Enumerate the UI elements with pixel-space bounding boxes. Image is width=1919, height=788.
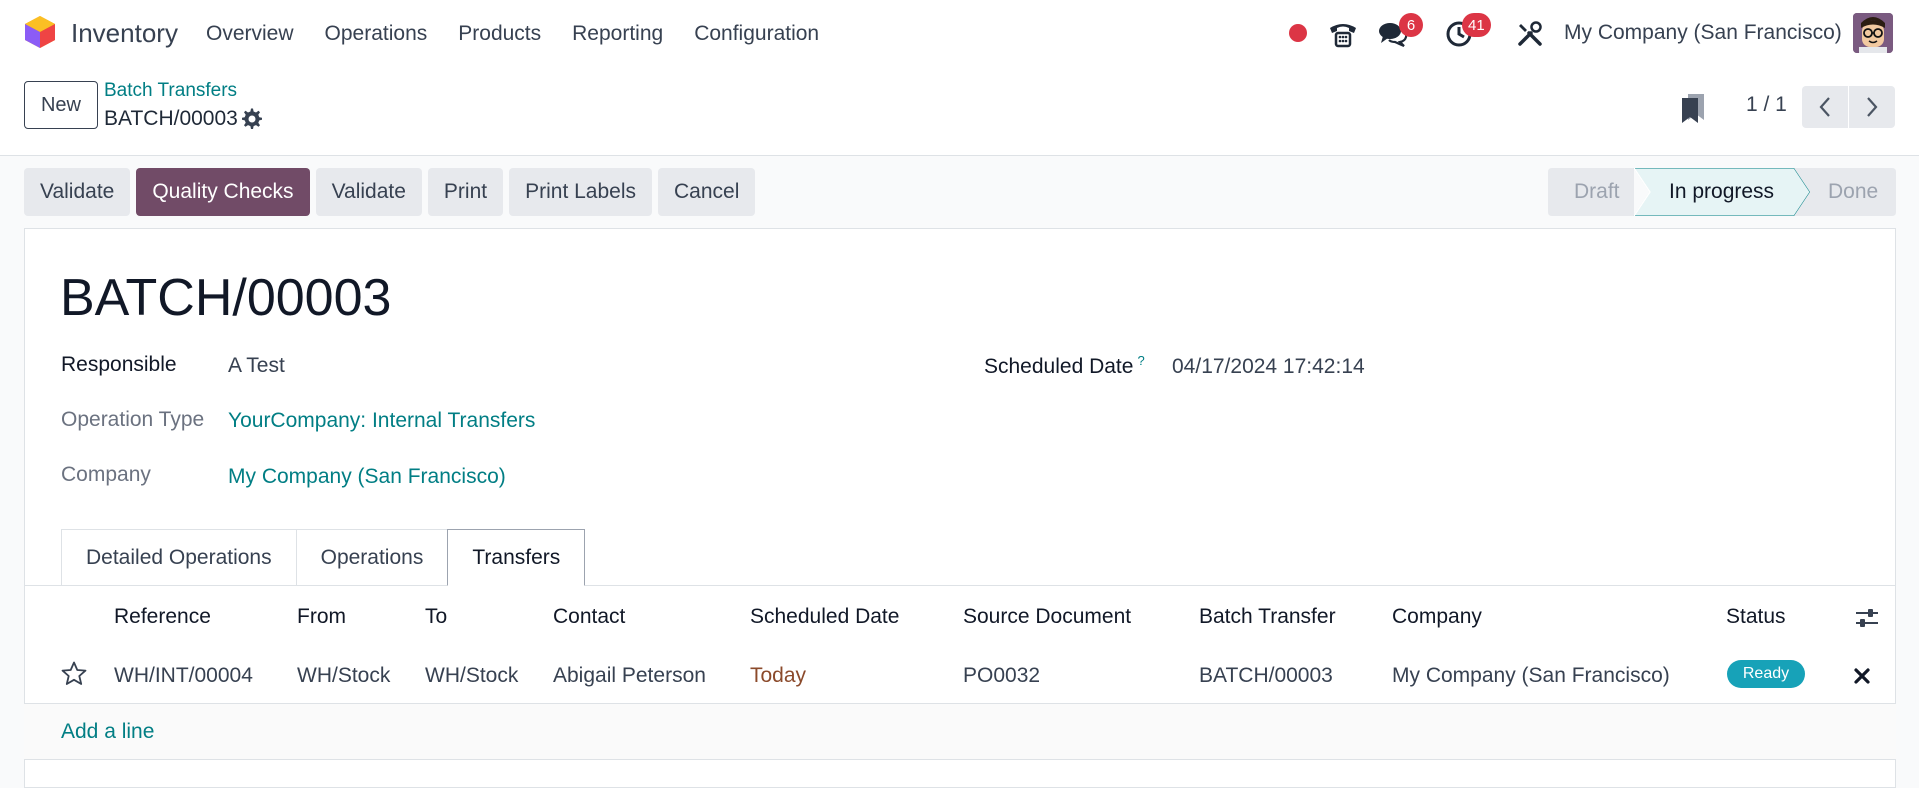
stage-in-progress[interactable]: In progress [1669,168,1774,216]
top-navbar: Inventory Overview Operations Products R… [0,0,1919,68]
status-badge: Ready [1727,660,1805,688]
menu-reporting[interactable]: Reporting [572,22,663,46]
company-switcher[interactable]: My Company (San Francisco) [1564,21,1842,45]
column-header-to[interactable]: To [425,605,447,629]
optional-columns-toggle-icon[interactable] [1855,607,1879,629]
menu-configuration[interactable]: Configuration [694,22,819,46]
tab-detailed-operations[interactable]: Detailed Operations [61,529,297,586]
scheduled-date-field[interactable]: 04/17/2024 17:42:14 [1172,355,1365,379]
status-bar: Draft In progress Done [1548,168,1896,216]
column-header-company[interactable]: Company [1392,605,1482,629]
tab-divider [24,585,1896,586]
debug-tools-icon[interactable] [1513,17,1547,51]
recording-indicator-icon[interactable] [1289,24,1307,42]
menu-overview[interactable]: Overview [206,22,294,46]
quality-checks-button[interactable]: Quality Checks [136,168,310,216]
column-header-scheduled-date[interactable]: Scheduled Date [750,605,899,629]
gear-icon[interactable] [241,108,263,130]
new-button[interactable]: New [24,81,98,129]
add-a-line-link[interactable]: Add a line [61,720,154,744]
star-favorite-icon[interactable] [61,661,87,686]
user-avatar[interactable] [1853,13,1893,53]
column-header-source-document[interactable]: Source Document [963,605,1131,629]
responsible-field[interactable]: A Test [228,354,285,378]
row-divider [24,759,1896,760]
column-header-batch-transfer[interactable]: Batch Transfer [1199,605,1336,629]
cancel-button[interactable]: Cancel [658,168,756,216]
column-header-contact[interactable]: Contact [553,605,625,629]
notebook-tabs: Detailed Operations Operations Transfers [61,529,586,586]
breadcrumb-batch-transfers[interactable]: Batch Transfers [104,80,237,102]
record-title: BATCH/00003 [60,269,392,327]
cell-contact: Abigail Peterson [553,664,706,687]
stage-draft[interactable]: Draft [1574,168,1620,216]
pager-value[interactable]: 1 / 1 [1746,93,1787,117]
help-tooltip-icon[interactable]: ? [1137,353,1144,368]
cell-reference: WH/INT/00004 [114,664,253,687]
column-header-status[interactable]: Status [1726,605,1786,629]
cell-batch-transfer: BATCH/00003 [1199,664,1333,687]
bookmark-icon[interactable] [1680,92,1706,124]
activities-count-badge: 41 [1462,13,1491,37]
operation-type-field[interactable]: YourCompany: Internal Transfers [228,409,535,433]
chevron-right-icon [1867,97,1878,117]
company-field[interactable]: My Company (San Francisco) [228,465,506,489]
messages-count-badge: 6 [1399,13,1423,37]
stage-done[interactable]: Done [1828,168,1878,216]
validate-button-secondary[interactable]: Validate [315,168,422,216]
validate-button[interactable]: Validate [24,168,131,216]
chevron-left-icon [1819,97,1830,117]
phone-icon[interactable] [1326,17,1360,51]
cell-scheduled-date: Today [750,664,807,687]
row-divider [24,703,1896,704]
cell-company: My Company (San Francisco) [1392,664,1670,687]
inventory-app-icon[interactable] [24,15,56,49]
main-menu: Overview Operations Products Reporting C… [206,22,850,46]
print-button[interactable]: Print [427,168,504,216]
tab-transfers[interactable]: Transfers [447,529,586,586]
add-line-row [24,704,1896,760]
breadcrumb-current: BATCH/00003 [104,107,238,130]
action-buttons: Validate Quality Checks Validate Print P… [24,168,756,216]
cell-source-document: PO0032 [963,664,1041,687]
app-name[interactable]: Inventory [71,18,178,49]
print-labels-button[interactable]: Print Labels [509,168,652,216]
pager-previous-button[interactable] [1802,86,1848,128]
cell-from: WH/Stock [297,664,391,687]
company-label: Company [61,463,151,486]
menu-operations[interactable]: Operations [325,22,428,46]
cell-to: WH/Stock [425,664,519,687]
control-panel: New Batch Transfers BATCH/00003 1 / 1 [0,68,1919,156]
column-header-reference[interactable]: Reference [114,605,211,629]
menu-products[interactable]: Products [458,22,541,46]
column-header-from[interactable]: From [297,605,346,629]
operation-type-label: Operation Type [61,408,205,431]
pager-next-button[interactable] [1849,86,1895,128]
tab-operations[interactable]: Operations [295,529,449,586]
remove-row-icon[interactable] [1853,667,1871,685]
scheduled-date-label: Scheduled Date? [984,353,1145,378]
responsible-label: Responsible [61,353,177,376]
